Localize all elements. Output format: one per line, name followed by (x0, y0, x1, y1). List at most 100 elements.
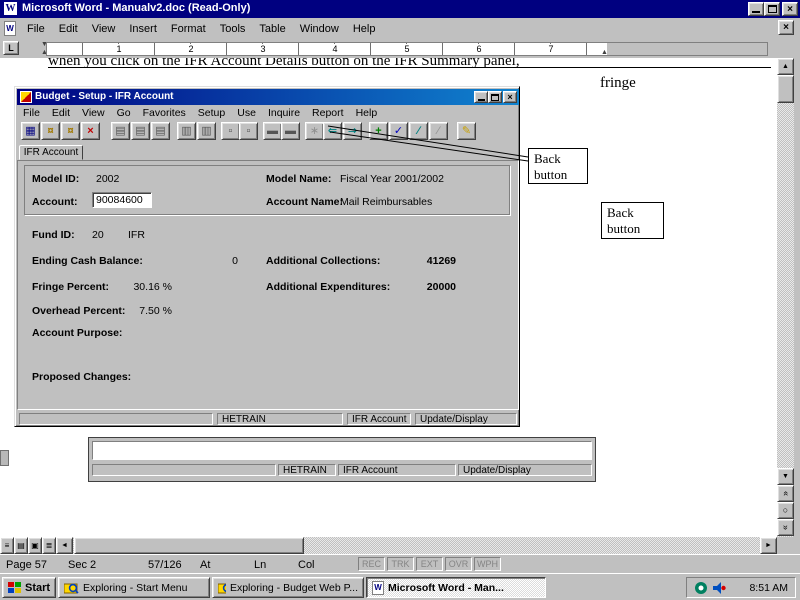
confirm-button[interactable]: ✓ (389, 122, 408, 140)
menu-format[interactable]: Format (164, 20, 213, 38)
budget-menu-view[interactable]: View (76, 106, 111, 120)
panel-button-1[interactable]: ▬ (263, 122, 282, 140)
list-view-button-1[interactable]: ▤ (111, 122, 130, 140)
menu-file[interactable]: File (20, 20, 52, 38)
word-app-icon[interactable]: W (4, 2, 17, 15)
budget-window-fragment-screenshot[interactable]: HETRAIN IFR Account Update/Display (88, 437, 596, 482)
scroll-right-button[interactable]: ► (760, 537, 777, 554)
vertical-scrollbar[interactable]: ▲ ▼ » ○ » (777, 58, 794, 537)
previous-page-button[interactable]: » (777, 485, 794, 502)
right-indent-marker[interactable]: ▲ (601, 49, 608, 56)
normal-view-button[interactable]: ≡ (0, 537, 14, 554)
minimize-button[interactable] (748, 2, 764, 16)
web-layout-view-button[interactable]: ▤ (14, 537, 28, 554)
status-cell-panel: IFR Account (347, 413, 411, 425)
ext-toggle[interactable]: EXT (416, 557, 443, 571)
additional-collections-label: Additional Collections: (266, 255, 380, 267)
status-cell-mode: Update/Display (458, 464, 592, 476)
select-browse-object-button[interactable]: ○ (777, 502, 794, 519)
budget-menu-help[interactable]: Help (350, 106, 384, 120)
budget-close-button[interactable]: × (503, 91, 517, 103)
panel-button-2[interactable]: ▬ (281, 122, 300, 140)
next-page-button[interactable]: » (777, 519, 794, 536)
menu-help[interactable]: Help (346, 20, 383, 38)
confirm-icon: ✓ (390, 123, 407, 139)
maximize-icon (491, 94, 499, 101)
outline-view-button[interactable]: ≣ (42, 537, 56, 554)
scroll-up-button[interactable]: ▲ (777, 58, 794, 75)
rec-toggle[interactable]: REC (358, 557, 385, 571)
budget-title-bar: Budget - Setup - IFR Account × (17, 89, 519, 105)
list-view-button-2[interactable]: ▤ (131, 122, 150, 140)
add-row-button[interactable]: + (369, 122, 388, 140)
list-view-button-3[interactable]: ▤ (151, 122, 170, 140)
scroll-left-button[interactable]: ◄ (56, 537, 73, 554)
fragment-status-bar: HETRAIN IFR Account Update/Display (90, 463, 594, 477)
menu-insert[interactable]: Insert (122, 20, 164, 38)
ruler-margin-zone (607, 43, 767, 55)
budget-minimize-button[interactable] (474, 91, 488, 103)
ruler-row: L ▼ ▲ 1 2 3 4 5 6 7 ▲ (0, 39, 794, 58)
budget-menu-use[interactable]: Use (231, 106, 262, 120)
grid-view-button-1[interactable]: ▥ (177, 122, 196, 140)
save-button[interactable]: ▦ (21, 122, 40, 140)
budget-menu-favorites[interactable]: Favorites (137, 106, 192, 120)
menu-table[interactable]: Table (252, 20, 292, 38)
refresh-button[interactable]: ∗ (305, 122, 324, 140)
document-icon[interactable]: W (4, 21, 16, 36)
document-close-button[interactable]: × (778, 20, 794, 35)
edit-button[interactable]: ✎ (457, 122, 476, 140)
maximize-button[interactable] (764, 2, 780, 16)
horizontal-ruler[interactable]: 1 2 3 4 5 6 7 (46, 42, 768, 56)
tray-status-icon-2[interactable] (712, 581, 726, 595)
trk-toggle[interactable]: TRK (387, 557, 414, 571)
menu-view[interactable]: View (85, 20, 123, 38)
window-button-1[interactable]: ▫ (221, 122, 240, 140)
horizontal-scrollbar[interactable]: ≡ ▤ ▣ ≣ ◄ ► (0, 537, 777, 554)
grid-view-button-2[interactable]: ▥ (197, 122, 216, 140)
window-button-2[interactable]: ▫ (239, 122, 258, 140)
slash-button-2[interactable]: ∕ (429, 122, 448, 140)
scroll-down-button[interactable]: ▼ (777, 468, 794, 485)
forward-button[interactable]: ⇒ (343, 122, 362, 140)
ovr-toggle[interactable]: OVR (445, 557, 472, 571)
tab-selector-button[interactable]: L (3, 41, 19, 55)
tab-ifr-account[interactable]: IFR Account (19, 145, 83, 160)
key-button-2[interactable]: ¤ (61, 122, 80, 140)
back-button[interactable]: ⇐ (323, 122, 342, 140)
menu-window[interactable]: Window (293, 20, 346, 38)
start-button[interactable]: Start (2, 577, 56, 598)
slash-button-1[interactable]: ∕ (409, 122, 428, 140)
budget-menu-setup[interactable]: Setup (192, 106, 231, 120)
callout-back-button-2[interactable]: Back button (601, 202, 664, 239)
taskbar-item-exploring-budget-web[interactable]: Exploring - Budget Web P... (212, 577, 364, 598)
account-input[interactable] (92, 192, 152, 208)
print-layout-view-button[interactable]: ▣ (28, 537, 42, 554)
key-button-1[interactable]: ¤ (41, 122, 60, 140)
menu-tools[interactable]: Tools (213, 20, 253, 38)
vertical-scroll-thumb[interactable] (777, 75, 794, 103)
close-button[interactable]: × (782, 2, 798, 16)
budget-menu-file[interactable]: File (17, 106, 46, 120)
callout-back-button-1[interactable]: Back button (528, 148, 588, 184)
horizontal-scroll-thumb[interactable] (74, 537, 304, 554)
delete-button[interactable]: × (81, 122, 100, 140)
budget-maximize-button[interactable] (488, 91, 502, 103)
budget-window-screenshot[interactable]: Budget - Setup - IFR Account × File Edit… (14, 86, 520, 427)
edit-icon: ✎ (458, 123, 475, 139)
menu-edit[interactable]: Edit (52, 20, 85, 38)
taskbar-item-exploring-start-menu[interactable]: Exploring - Start Menu (58, 577, 210, 598)
list-icon: ▤ (152, 123, 169, 139)
budget-menu-inquire[interactable]: Inquire (262, 106, 306, 120)
wph-toggle[interactable]: WPH (474, 557, 501, 571)
document-page[interactable]: when you click on the IFR Account Detail… (0, 58, 777, 537)
ruler-number: 2 (187, 44, 195, 55)
taskbar-clock[interactable]: 8:51 AM (749, 582, 788, 594)
budget-menu-report[interactable]: Report (306, 106, 350, 120)
grid-icon: ▥ (198, 123, 215, 139)
budget-menu-go[interactable]: Go (111, 106, 137, 120)
status-page: Page 57 (6, 559, 47, 571)
tray-status-icon-1[interactable] (694, 581, 708, 595)
budget-menu-edit[interactable]: Edit (46, 106, 76, 120)
taskbar-item-microsoft-word[interactable]: W Microsoft Word - Man... (366, 577, 546, 598)
